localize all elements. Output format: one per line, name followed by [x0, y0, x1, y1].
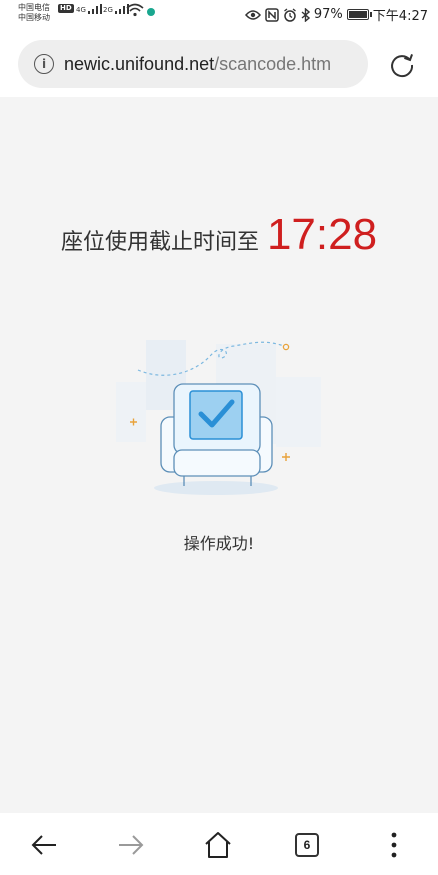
- clock: 下午4:27: [372, 9, 428, 24]
- url-text[interactable]: newic.unifound.net/scancode.htm: [64, 54, 331, 75]
- deadline-row: 座位使用截止时间至 17:28: [0, 210, 438, 260]
- back-button[interactable]: [26, 827, 62, 863]
- deadline-label: 座位使用截止时间至: [60, 230, 259, 255]
- page-content: 座位使用截止时间至 17:28 操作成功!: [0, 97, 438, 813]
- home-icon: [205, 832, 231, 858]
- url-host: newic.unifound.net: [64, 53, 215, 74]
- eye-icon: [244, 9, 261, 20]
- info-icon[interactable]: i: [34, 54, 54, 74]
- seat-success-illustration: [116, 340, 321, 495]
- home-button[interactable]: [200, 827, 236, 863]
- status-bar: 中国电信 中国移动 HD 4G 2G 97% 下午4:27: [0, 0, 438, 32]
- reload-icon: [391, 54, 414, 78]
- arrow-right-icon: [119, 835, 144, 855]
- tabs-button[interactable]: 6: [289, 827, 325, 863]
- nfc-icon: [265, 7, 279, 22]
- browser-bottom-nav: 6: [0, 813, 438, 875]
- address-bar[interactable]: i newic.unifound.net/scancode.htm: [18, 40, 368, 88]
- success-message: 操作成功!: [183, 534, 255, 553]
- battery-icon: [346, 9, 372, 20]
- wifi-icon: [126, 3, 144, 17]
- battery-percent: 97%: [313, 7, 343, 22]
- url-path: /scancode.htm: [214, 53, 332, 74]
- hd-badge: HD: [58, 4, 74, 13]
- tab-count: 6: [295, 833, 319, 857]
- forward-button[interactable]: [113, 827, 149, 863]
- bluetooth-icon: [301, 7, 310, 22]
- carrier-line1: 中国电信: [18, 3, 50, 12]
- status-right: 97% 下午4:27: [244, 5, 428, 24]
- signal-4g-icon: 4G: [76, 4, 103, 14]
- alarm-icon: [283, 7, 296, 22]
- signal-2g-label: 2G: [103, 6, 113, 14]
- menu-button[interactable]: [376, 827, 412, 863]
- deadline-time: 17:28: [266, 210, 378, 259]
- signal-4g-label: 4G: [76, 6, 86, 14]
- more-vertical-icon: [391, 832, 397, 858]
- carrier-line2: 中国移动: [18, 13, 50, 22]
- carrier-labels: 中国电信 中国移动: [18, 3, 50, 23]
- notification-dot-icon: [147, 8, 155, 16]
- arrow-left-icon: [31, 835, 56, 855]
- reload-button[interactable]: [382, 48, 422, 82]
